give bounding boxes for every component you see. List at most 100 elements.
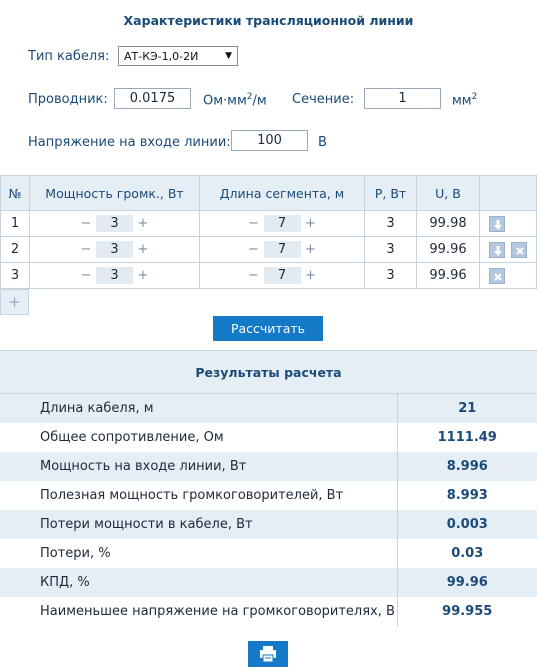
result-value: 0.003 (397, 510, 537, 539)
result-value: 0.03 (451, 546, 484, 561)
conductor-label: Проводник: (28, 92, 108, 107)
close-icon[interactable] (489, 267, 505, 284)
result-value: 99.955 (442, 604, 493, 619)
table-row: 3 −3 + −7 + 3 99.96 (0, 262, 537, 289)
row-number: 3 (0, 262, 30, 289)
section-unit-sup: 2 (471, 92, 478, 102)
power-stepper: −3 + (76, 241, 153, 258)
calculate-button[interactable]: Рассчитать (213, 316, 323, 341)
cable-type-select[interactable]: АТ-КЭ-1,0-2И ▼ (118, 46, 238, 66)
results-table: Длина кабеля, м 21 Общее сопротивление, О… (0, 394, 537, 626)
length-cell: −7 + (199, 262, 365, 289)
col-power: Мощность громк., Вт (29, 175, 200, 211)
power-cell: −3 + (29, 262, 200, 289)
length-stepper: −7 + (244, 267, 321, 284)
length-value[interactable]: 7 (263, 241, 301, 258)
power-stepper: −3 + (76, 267, 153, 284)
page-title: Характеристики трансляционной линии (123, 13, 414, 28)
result-value: 21 (397, 394, 537, 423)
table-row: Длина кабеля, м 21 (0, 394, 537, 423)
segments-table: № Мощность громк., Вт Длина сегмента, м … (0, 175, 537, 289)
result-label: Полезная мощность громкоговорителей, Вт (0, 481, 398, 510)
actions-cell (479, 210, 537, 237)
decrement-button[interactable]: − (76, 242, 96, 257)
conductor-input[interactable]: 0.0175 (114, 88, 191, 109)
decrement-button[interactable]: − (76, 216, 96, 231)
power-value[interactable]: 3 (96, 215, 133, 232)
conductor-unit-tail: /м (252, 93, 267, 109)
section-unit-text: мм (452, 93, 472, 109)
decrement-button[interactable]: − (244, 268, 264, 283)
table-row: Мощность на входе линии, Вт 8.996 (0, 452, 537, 481)
actions-cell (479, 236, 537, 263)
p-cell: 3 (364, 262, 417, 289)
p-cell: 3 (364, 236, 417, 263)
table-row: Полезная мощность громкоговорителей, Вт 8… (0, 481, 537, 510)
section-unit: мм2 (452, 92, 477, 108)
section-label: Сечение: (292, 92, 355, 107)
result-label: Общее сопротивление, Ом (0, 423, 398, 452)
increment-button[interactable]: + (133, 268, 153, 283)
power-value[interactable]: 3 (96, 267, 133, 284)
close-icon[interactable] (511, 241, 527, 258)
printer-icon (260, 646, 276, 663)
result-label: КПД, % (0, 568, 398, 597)
table-row: Наименьшее напряжение на громкоговорител… (0, 597, 537, 626)
length-stepper: −7 + (244, 241, 321, 258)
result-value: 99.96 (397, 568, 537, 597)
length-value[interactable]: 7 (263, 215, 301, 232)
power-stepper: −3 + (76, 215, 153, 232)
voltage-label: Напряжение на входе линии: (28, 135, 231, 150)
segments-header-row: № Мощность громк., Вт Длина сегмента, м … (0, 175, 537, 211)
result-value: 8.996 (397, 452, 537, 481)
p-cell: 3 (364, 210, 417, 237)
length-cell: −7 + (199, 236, 365, 263)
decrement-button[interactable]: − (76, 268, 96, 283)
conductor-unit: Ом·мм2/м (203, 92, 267, 108)
cable-type-value: АТ-КЭ-1,0-2И (124, 49, 199, 63)
table-row: КПД, % 99.96 (0, 568, 537, 597)
increment-button[interactable]: + (301, 242, 321, 257)
col-u: U, В (416, 175, 480, 211)
length-stepper: −7 + (244, 215, 321, 232)
arrow-down-icon[interactable] (489, 215, 505, 232)
col-actions (479, 175, 537, 211)
result-label: Потери мощности в кабеле, Вт (0, 510, 398, 539)
increment-button[interactable]: + (133, 216, 153, 231)
row-number: 2 (0, 236, 30, 263)
col-number: № (0, 175, 30, 211)
arrow-down-icon[interactable] (489, 241, 505, 258)
conductor-unit-text: Ом·мм (203, 93, 247, 109)
decrement-button[interactable]: − (244, 216, 264, 231)
increment-button[interactable]: + (301, 268, 321, 283)
u-cell: 99.98 (416, 210, 480, 237)
table-row: 1 −3 + −7 + 3 99.98 (0, 210, 537, 237)
decrement-button[interactable]: − (244, 242, 264, 257)
result-label: Потери, % (0, 539, 398, 568)
result-value: 8.993 (446, 488, 488, 503)
power-value[interactable]: 3 (96, 241, 133, 258)
table-row: Потери мощности в кабеле, Вт 0.003 (0, 510, 537, 539)
voltage-input[interactable]: 100 (231, 130, 308, 151)
row-number: 1 (0, 210, 30, 237)
table-row: Потери, % 0.03 (0, 539, 537, 568)
increment-button[interactable]: + (301, 216, 321, 231)
col-p: P, Вт (364, 175, 417, 211)
section-input[interactable]: 1 (364, 88, 441, 109)
result-value: 1111.49 (437, 430, 497, 445)
length-value[interactable]: 7 (263, 267, 301, 284)
power-cell: −3 + (29, 210, 200, 237)
results-title: Результаты расчета (0, 350, 537, 394)
chevron-down-icon: ▼ (225, 51, 232, 61)
u-cell: 99.96 (416, 236, 480, 263)
increment-button[interactable]: + (133, 242, 153, 257)
result-label: Длина кабеля, м (0, 394, 398, 423)
result-label: Мощность на входе линии, Вт (0, 452, 398, 481)
print-button[interactable] (248, 641, 288, 667)
table-row: Общее сопротивление, Ом 1111.49 (0, 423, 537, 452)
cable-type-label: Тип кабеля: (28, 49, 110, 64)
actions-cell (479, 262, 537, 289)
add-row-button[interactable]: + (0, 289, 29, 315)
u-cell: 99.96 (416, 262, 480, 289)
voltage-unit: В (318, 135, 327, 150)
